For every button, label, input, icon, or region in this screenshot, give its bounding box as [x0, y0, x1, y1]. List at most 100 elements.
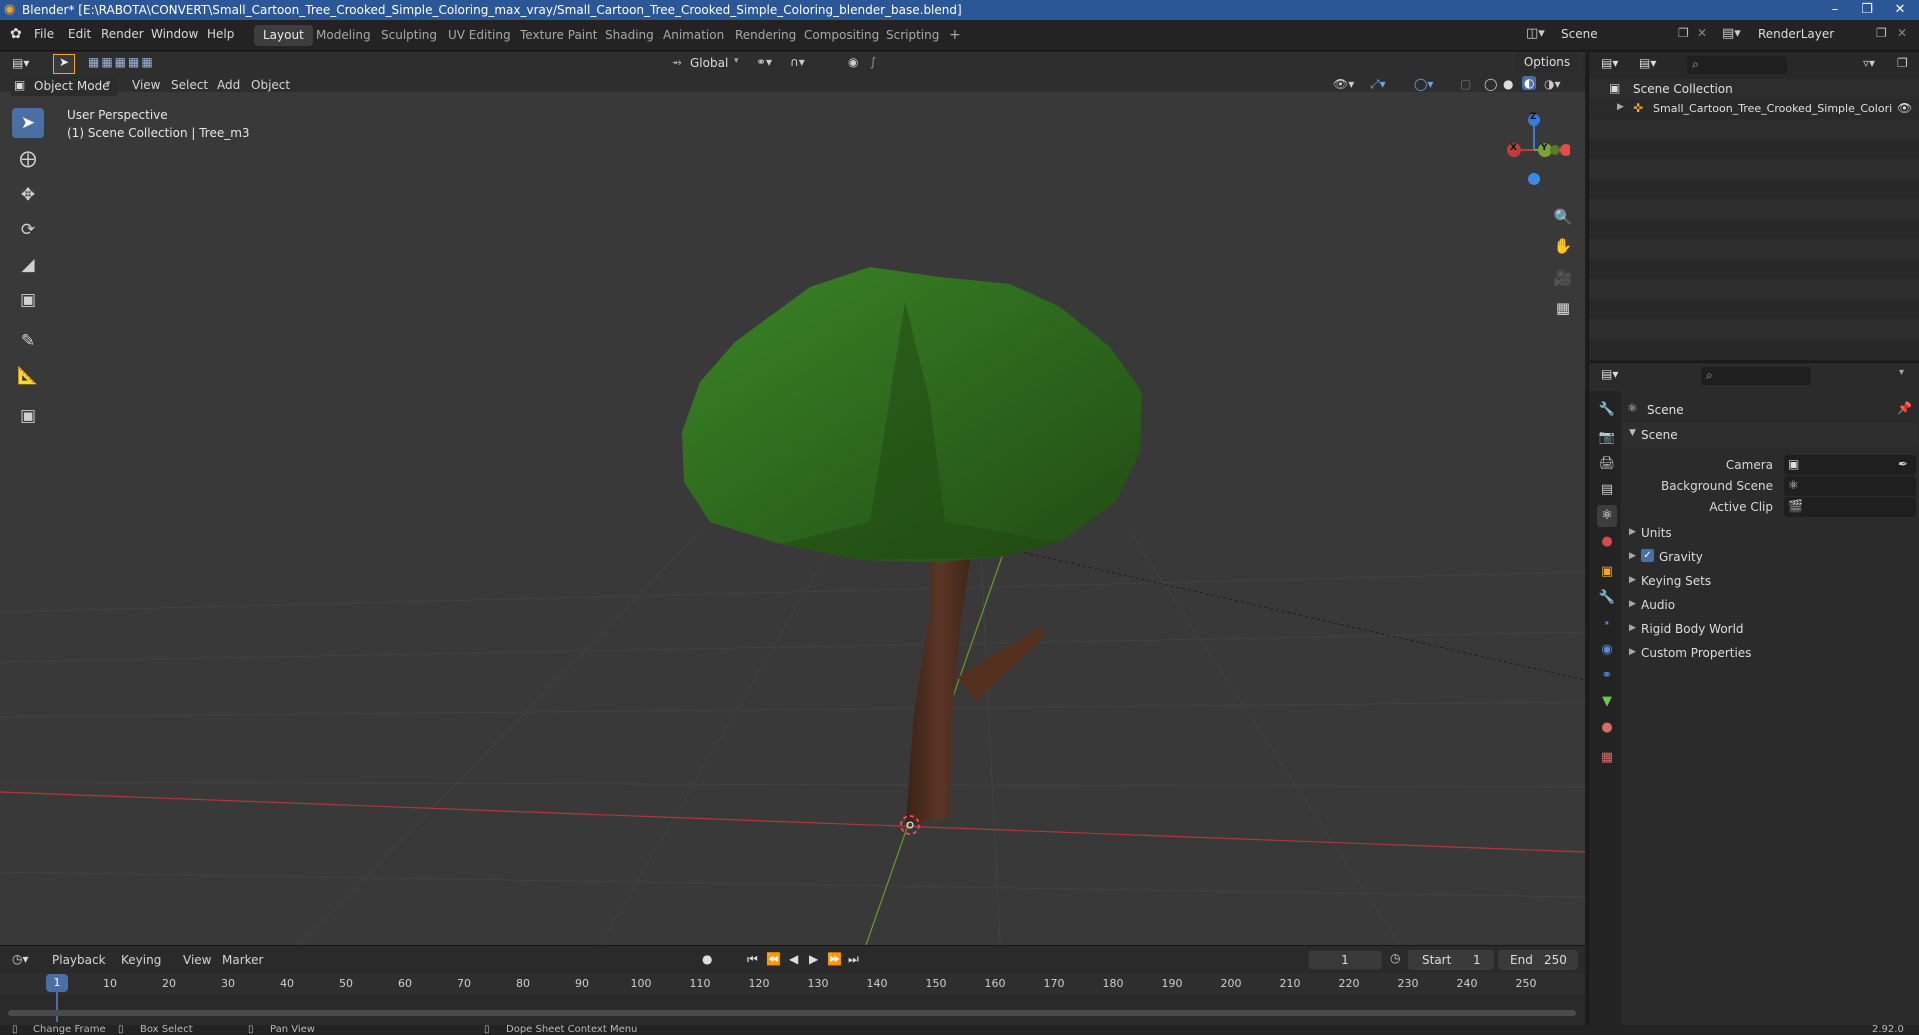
timeline-menu-view[interactable]: View [183, 953, 211, 967]
menu-window[interactable]: Window [151, 27, 198, 41]
selection-mode-icons[interactable]: ▦▦▦▦▦ [88, 55, 155, 69]
navigation-gizmo[interactable]: Z Y X [1490, 108, 1572, 188]
filter-icon[interactable]: ▿▾ [1863, 56, 1875, 70]
select-tool-icon[interactable]: ➤ [53, 54, 75, 74]
properties-search-input[interactable]: ⌕ [1701, 367, 1811, 385]
tab-uv-editing[interactable]: UV Editing [439, 25, 520, 46]
material-shading-icon[interactable]: ◐ [1522, 76, 1537, 90]
menu-file[interactable]: File [34, 27, 54, 41]
end-frame-field[interactable]: End 250 [1498, 950, 1578, 970]
pan-hand-icon[interactable]: ✋ [1550, 233, 1576, 259]
delete-view-layer-icon[interactable]: ✕ [1897, 26, 1907, 40]
timeline-menu-keying[interactable]: Keying [121, 953, 161, 967]
viewport-menu-object[interactable]: Object [251, 78, 290, 92]
maximize-button[interactable]: ❐ [1852, 0, 1882, 20]
tab-scripting[interactable]: Scripting [877, 25, 948, 46]
blender-menu-icon[interactable]: ✿ [10, 26, 22, 42]
active-clip-field[interactable]: 🎬 [1784, 497, 1916, 517]
preview-range-icon[interactable]: ◷ [1390, 951, 1400, 965]
pivot-point-icon[interactable]: ⚭▾ [756, 55, 772, 69]
outliner-row-scene-collection[interactable]: ▣ Scene Collection [1589, 79, 1919, 99]
new-view-layer-icon[interactable]: ❐ [1876, 26, 1887, 40]
jump-keyframe-forward-icon[interactable]: ⏩ [827, 952, 842, 966]
close-button[interactable]: ✕ [1885, 0, 1915, 20]
rotate-tool-icon[interactable]: ⟳ [12, 215, 44, 245]
delete-scene-icon[interactable]: ✕ [1697, 26, 1707, 40]
minimize-button[interactable]: – [1820, 0, 1850, 20]
scene-panel-header[interactable]: ▼ Scene [1623, 423, 1918, 447]
expand-arrow-icon[interactable]: ▶ [1617, 102, 1624, 112]
display-mode-icon[interactable]: ▤▾ [1639, 56, 1656, 70]
wireframe-shading-icon[interactable]: ◯ [1484, 77, 1497, 91]
viewport-menu-view[interactable]: View [132, 78, 160, 92]
particles-tab-icon[interactable]: ⋆ [1597, 613, 1617, 635]
camera-view-icon[interactable]: 🎥 [1550, 265, 1576, 291]
falloff-icon[interactable]: ∫ [870, 55, 876, 69]
menu-help[interactable]: Help [207, 27, 234, 41]
new-collection-icon[interactable]: ❐ [1897, 56, 1908, 70]
rigid-body-world-section[interactable]: ▶ Rigid Body World [1623, 617, 1918, 641]
solid-shading-icon[interactable]: ● [1503, 77, 1513, 91]
data-tab-icon[interactable]: ▼ [1597, 691, 1617, 713]
timeline-menu-marker[interactable]: Marker [222, 953, 263, 967]
tab-compositing[interactable]: Compositing [795, 25, 888, 46]
tab-rendering[interactable]: Rendering [726, 25, 805, 46]
gizmo-toggle-icon[interactable]: ⤢▾ [1370, 77, 1386, 92]
keying-sets-section[interactable]: ▶ Keying Sets [1623, 569, 1918, 593]
tab-modeling[interactable]: Modeling [307, 25, 380, 46]
playhead[interactable]: 1 [46, 974, 68, 992]
editor-type-icon[interactable]: ▤▾ [12, 56, 29, 70]
tab-animation[interactable]: Animation [654, 25, 733, 46]
timeline-menu-playback[interactable]: Playback [52, 953, 106, 967]
play-reverse-icon[interactable]: ◀ [789, 952, 798, 966]
measure-tool-icon[interactable]: 📐 [12, 361, 44, 391]
transform-orientation-select[interactable]: Global [690, 56, 728, 70]
proportional-edit-icon[interactable]: ◉ [848, 55, 858, 69]
visibility-icon[interactable]: 👁▾ [1333, 77, 1354, 91]
jump-keyframe-back-icon[interactable]: ⏪ [766, 952, 781, 966]
cursor-tool-icon[interactable]: ⨁ [12, 144, 44, 174]
pin-icon[interactable]: 📌 [1897, 401, 1912, 415]
scene-selector-icon[interactable]: ◫▾ [1526, 26, 1545, 41]
menu-render[interactable]: Render [101, 27, 144, 41]
scale-tool-icon[interactable]: ◢ [12, 250, 44, 280]
move-tool-icon[interactable]: ✥ [12, 180, 44, 210]
xray-toggle-icon[interactable]: ▢ [1460, 77, 1471, 91]
tab-layout[interactable]: Layout [254, 25, 313, 46]
gravity-section[interactable]: ▶ ✓ Gravity [1623, 545, 1918, 569]
view-layer-tab-icon[interactable]: ▤ [1597, 479, 1617, 501]
view-layer-icon[interactable]: ▤▾ [1722, 26, 1741, 41]
options-button[interactable]: Options [1515, 52, 1579, 72]
overlays-toggle-icon[interactable]: ◯▾ [1414, 77, 1433, 91]
perspective-grid-icon[interactable]: ▦ [1550, 295, 1576, 321]
constraints-tab-icon[interactable]: ⚭ [1597, 665, 1617, 687]
3d-viewport[interactable]: ▤▾ ➤ ▦▦▦▦▦ ⥇ Global ▾ ⚭▾ ∩▾ ◉ ∫ Options … [0, 52, 1585, 945]
render-layer-field[interactable]: RenderLayer [1752, 25, 1874, 45]
scene-name-field[interactable]: Scene [1555, 25, 1677, 45]
viewport-menu-select[interactable]: Select [171, 78, 208, 92]
viewport-menu-add[interactable]: Add [217, 78, 240, 92]
outliner-editor-icon[interactable]: ▤▾ [1601, 56, 1618, 70]
current-frame-field[interactable]: 1 [1308, 950, 1382, 970]
outliner-row-object[interactable]: ▶ ✜ Small_Cartoon_Tree_Crooked_Simple_Co… [1589, 99, 1919, 119]
rendered-shading-icon[interactable]: ◑▾ [1544, 77, 1561, 91]
zoom-icon[interactable]: 🔍 [1550, 204, 1576, 230]
background-scene-field[interactable]: ⚛ [1784, 476, 1916, 496]
transform-tool-icon[interactable]: ▣ [12, 285, 44, 315]
start-frame-field[interactable]: Start 1 [1408, 950, 1494, 970]
menu-edit[interactable]: Edit [68, 27, 91, 41]
tool-settings-tab-icon[interactable]: 🔧 [1597, 399, 1617, 421]
tab-texture-paint[interactable]: Texture Paint [511, 25, 606, 46]
world-tab-icon[interactable]: ● [1597, 531, 1617, 553]
eye-icon[interactable]: 👁 [1897, 101, 1912, 115]
add-cube-tool-icon[interactable]: ▣ [12, 401, 44, 431]
physics-tab-icon[interactable]: ◉ [1597, 639, 1617, 661]
timeline-scrollbar[interactable] [8, 1010, 1576, 1016]
object-mode-select[interactable]: ▣ Object Mode ▾ [10, 76, 118, 96]
annotate-tool-icon[interactable]: ✎ [12, 326, 44, 356]
texture-tab-icon[interactable]: ▦ [1597, 747, 1617, 769]
timeline-editor-icon[interactable]: ◷▾ [12, 952, 29, 966]
tab-sculpting[interactable]: Sculpting [372, 25, 446, 46]
gravity-checkbox[interactable]: ✓ [1641, 549, 1654, 562]
eyedropper-icon[interactable]: ✒ [1898, 457, 1908, 471]
